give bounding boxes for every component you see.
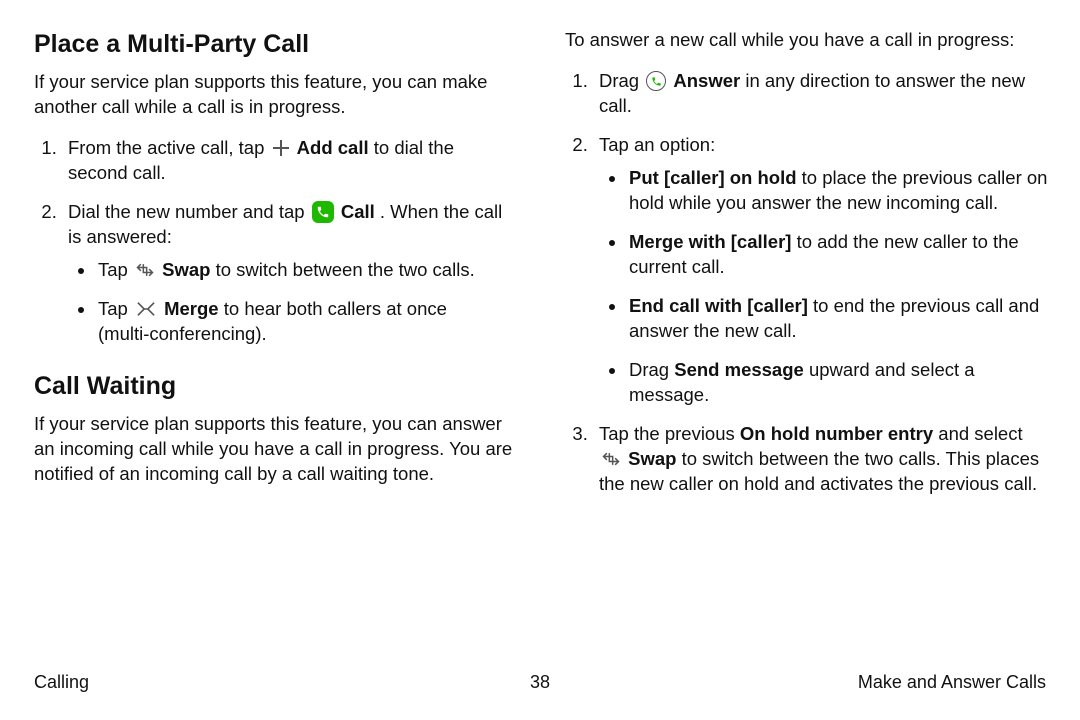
right-column: To answer a new call while you have a ca… xyxy=(565,28,1048,668)
step-1: From the active call, tap Add call to di… xyxy=(62,136,517,186)
opt-hold: Put [caller] on hold to place the previo… xyxy=(627,166,1048,216)
swap-label: Swap xyxy=(162,259,210,280)
text: Tap xyxy=(98,259,133,280)
add-call-label: Add call xyxy=(297,137,369,158)
phone-icon xyxy=(312,201,334,223)
send-message-label: Send message xyxy=(674,359,804,380)
text: From the active call, tap xyxy=(68,137,270,158)
merge-icon xyxy=(135,300,157,318)
opt-end: End call with [caller] to end the previo… xyxy=(627,294,1048,344)
call-waiting-intro: If your service plan supports this featu… xyxy=(34,412,517,487)
heading-call-waiting: Call Waiting xyxy=(34,370,517,404)
text: Tap an option: xyxy=(599,134,715,155)
step-2-sub: Tap Swap to switch between the two calls… xyxy=(68,258,517,347)
answer-step-1: Drag Answer in any direction to answer t… xyxy=(593,69,1048,119)
merge-label: Merge xyxy=(164,298,219,319)
footer-left: Calling xyxy=(34,670,89,694)
answer-steps: Drag Answer in any direction to answer t… xyxy=(565,69,1048,497)
sub-swap: Tap Swap to switch between the two calls… xyxy=(96,258,517,283)
text: Drag xyxy=(629,359,674,380)
merge-with-label: Merge with [caller] xyxy=(629,231,791,252)
sub-merge: Tap Merge to hear both callers at once (… xyxy=(96,297,517,347)
multi-party-steps: From the active call, tap Add call to di… xyxy=(34,136,517,347)
call-label: Call xyxy=(341,201,375,222)
opt-merge: Merge with [caller] to add the new calle… xyxy=(627,230,1048,280)
heading-multi-party: Place a Multi-Party Call xyxy=(34,28,517,62)
answer-step-3: Tap the previous On hold number entry an… xyxy=(593,422,1048,497)
text: and select xyxy=(938,423,1022,444)
page-body: Place a Multi-Party Call If your service… xyxy=(0,0,1080,668)
footer-page-number: 38 xyxy=(530,670,550,694)
text: Dial the new number and tap xyxy=(68,201,310,222)
answer-options: Put [caller] on hold to place the previo… xyxy=(599,166,1048,408)
on-hold-entry-label: On hold number entry xyxy=(740,423,933,444)
answer-label: Answer xyxy=(673,70,740,91)
text: Drag xyxy=(599,70,644,91)
opt-send-message: Drag Send message upward and select a me… xyxy=(627,358,1048,408)
swap-icon xyxy=(135,261,155,279)
multi-party-intro: If your service plan supports this featu… xyxy=(34,70,517,120)
left-column: Place a Multi-Party Call If your service… xyxy=(34,28,517,668)
end-call-label: End call with [caller] xyxy=(629,295,808,316)
plus-icon xyxy=(272,139,290,157)
swap-label: Swap xyxy=(628,448,676,469)
page-footer: Calling 38 Make and Answer Calls xyxy=(0,670,1080,694)
answer-lead: To answer a new call while you have a ca… xyxy=(565,28,1048,53)
answer-step-2: Tap an option: Put [caller] on hold to p… xyxy=(593,133,1048,408)
answer-icon xyxy=(646,71,666,91)
footer-right: Make and Answer Calls xyxy=(858,670,1046,694)
hold-label: Put [caller] on hold xyxy=(629,167,797,188)
text: Tap the previous xyxy=(599,423,740,444)
text: to switch between the two calls. xyxy=(216,259,475,280)
text: Tap xyxy=(98,298,133,319)
swap-icon xyxy=(601,450,621,468)
step-2: Dial the new number and tap Call . When … xyxy=(62,200,517,347)
